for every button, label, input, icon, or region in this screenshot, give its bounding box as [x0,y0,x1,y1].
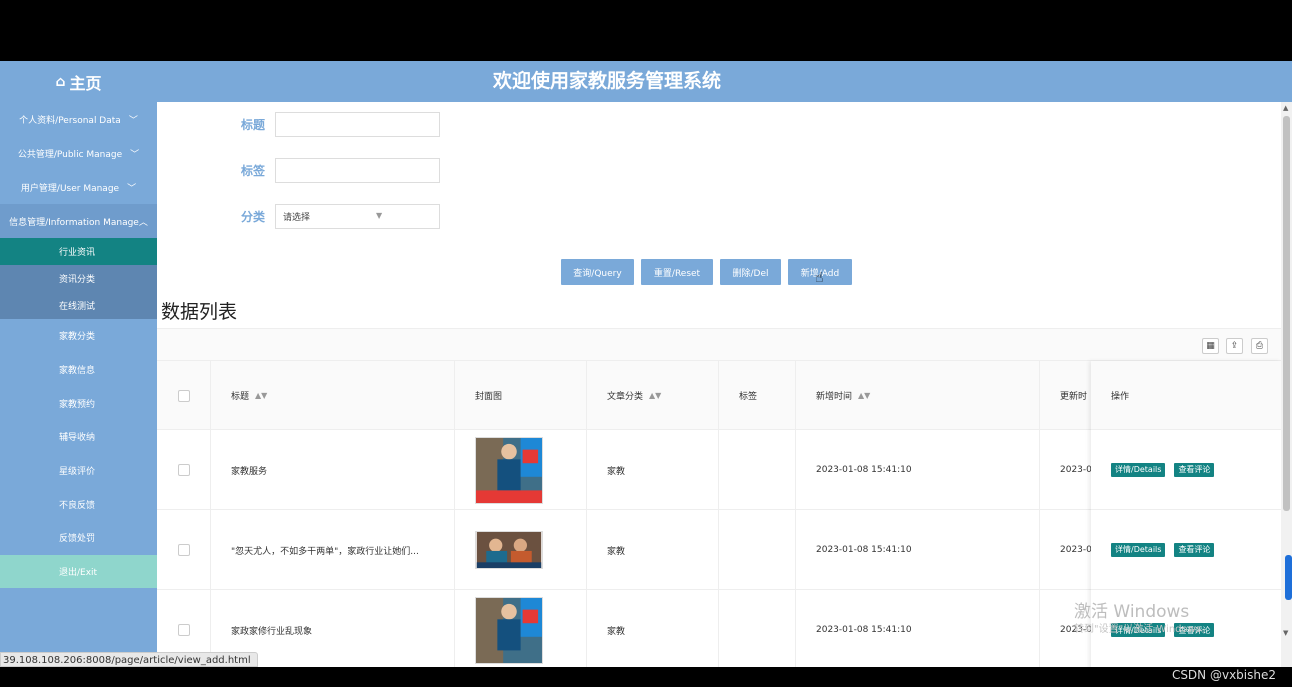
delete-button[interactable]: 删除/Del [720,259,781,285]
activation-watermark-hint: 转到"设置"以激活 Windows。 [1074,624,1212,635]
menu-information-manage[interactable]: 信息管理/Information Manage ︿ [0,204,157,238]
menu-personal-data[interactable]: 个人资料/Personal Data ﹀ [0,102,157,136]
details-button[interactable]: 详情/Details [1111,462,1166,477]
row-tag [719,430,796,510]
category-select[interactable]: 请选择 ▼ [275,204,440,229]
submenu: 行业资讯 资讯分类 在线测试 [0,238,157,319]
data-list-title: 数据列表 [161,301,238,323]
scroll-thumb[interactable] [1283,116,1290,511]
view-comments-button[interactable]: 查看评论 [1174,462,1215,477]
tag-filter-row: 标签 [157,158,440,183]
title-filter-row: 标题 [157,112,440,137]
bottom-black-bar [0,667,1292,687]
row-checkbox[interactable] [177,624,190,636]
row-title: 家教服务 [211,430,455,510]
page-title: 欢迎使用家教服务管理系统 [492,70,721,92]
caret-down-icon: ▼ [376,211,383,220]
tag-filter-label: 标签 [240,164,265,178]
sidebar-item-tutor-info[interactable]: 家教信息 [0,353,157,387]
cover-image [475,596,543,664]
row-created: 2023-01-08 15:41:10 [796,510,1040,590]
sidebar-item-online-test[interactable]: 在线测试 [0,292,157,319]
home-icon: ⌂ [55,73,66,90]
row-category: 家教 [587,510,719,590]
cover-image [475,531,543,569]
print-icon[interactable]: ⎙ [1251,338,1268,354]
cover-image [475,436,543,504]
export-icon[interactable]: ⇪ [1226,338,1243,354]
sidebar-item-bad-feedback[interactable]: 不良反馈 [0,487,157,521]
row-actions: 详情/Details 查看评论 [1091,510,1281,590]
status-bar-url: 39.108.108.206:8008/page/article/view_ad… [0,652,258,667]
col-created[interactable]: 新增时间 ▲▼ [796,361,1040,430]
sidebar-item-tutor-category[interactable]: 家教分类 [0,319,157,353]
row-created: 2023-01-08 15:41:10 [796,430,1040,510]
sidebar-item-industry-news[interactable]: 行业资讯 [0,238,157,265]
query-button[interactable]: 查询/Query [561,259,634,285]
top-black-bar [0,0,1292,61]
sort-icon: ▲▼ [649,391,662,400]
chevron-down-icon: ﹀ [130,149,140,160]
row-title: "忽天尤人，不如多干两单"，家政行业让她们... [211,510,455,590]
action-buttons: 查询/Query 重置/Reset 删除/Del 新增/Add [561,259,852,285]
row-category: 家教 [587,430,719,510]
chevron-down-icon: ﹀ [127,183,137,194]
sidebar-item-feedback-penalty[interactable]: 反馈处罚 [0,521,157,555]
row-created: 2023-01-08 15:41:10 [796,590,1040,667]
row-category: 家教 [587,590,719,667]
row-checkbox[interactable] [177,544,190,556]
home-label: 主页 [69,73,102,93]
title-filter-input[interactable] [275,112,440,137]
row-tag [719,510,796,590]
category-filter-row: 分类 请选择 ▼ [157,204,440,229]
credit-text: CSDN @vxbishe2 [1171,668,1276,682]
menu-user-manage[interactable]: 用户管理/User Manage ﹀ [0,170,157,204]
sidebar-item-star-rating[interactable]: 星级评价 [0,454,157,488]
col-operations: 操作 [1091,361,1281,430]
sidebar-item-tutor-booking[interactable]: 家教预约 [0,386,157,420]
home-link[interactable]: ⌂ 主页 [0,61,157,102]
header-bar: ⌂ 主页 欢迎使用家教服务管理系统 [0,61,1292,102]
view-comments-button[interactable]: 查看评论 [1174,542,1215,557]
details-button[interactable]: 详情/Details [1111,542,1166,557]
col-category[interactable]: 文章分类 ▲▼ [587,361,719,430]
category-filter-label: 分类 [240,210,265,224]
scroll-down-icon[interactable]: ▼ [1283,629,1288,637]
app-window: ⌂ 主页 欢迎使用家教服务管理系统 个人资料/Personal Data ﹀ 公… [0,61,1292,667]
select-all-checkbox[interactable] [177,389,190,402]
side-handle[interactable] [1285,555,1292,600]
menu-public-manage[interactable]: 公共管理/Public Manage ﹀ [0,136,157,170]
sort-icon: ▲▼ [858,391,871,400]
reset-button[interactable]: 重置/Reset [641,259,713,285]
row-actions: 详情/Details 查看评论 [1091,430,1281,510]
sidebar-item-news-category[interactable]: 资讯分类 [0,265,157,292]
mouse-cursor-icon: ☝ [815,270,824,286]
table-toolbar: ▦ ⇪ ⎙ [157,328,1281,361]
col-tag: 标签 [719,361,796,430]
scroll-up-icon[interactable]: ▲ [1283,104,1288,112]
exit-button[interactable]: 退出/Exit [0,554,157,588]
chevron-up-icon: ︿ [138,217,148,228]
row-tag [719,590,796,667]
activation-watermark: 激活 Windows [1074,602,1190,622]
main-content: 标题 标签 分类 请选择 ▼ 查询/Query 重置/Reset 删除/Del … [157,102,1281,667]
columns-icon[interactable]: ▦ [1202,338,1219,354]
sidebar-item-tutoring[interactable]: 辅导收纳 [0,420,157,454]
sort-icon: ▲▼ [255,391,268,400]
col-title[interactable]: 标题 ▲▼ [211,361,455,430]
select-all-cell [157,361,211,430]
title-filter-label: 标题 [240,118,265,132]
chevron-down-icon: ﹀ [128,115,138,126]
row-checkbox[interactable] [177,464,190,476]
col-cover: 封面图 [455,361,587,430]
sidebar: 个人资料/Personal Data ﹀ 公共管理/Public Manage … [0,102,157,667]
tag-filter-input[interactable] [275,158,440,183]
